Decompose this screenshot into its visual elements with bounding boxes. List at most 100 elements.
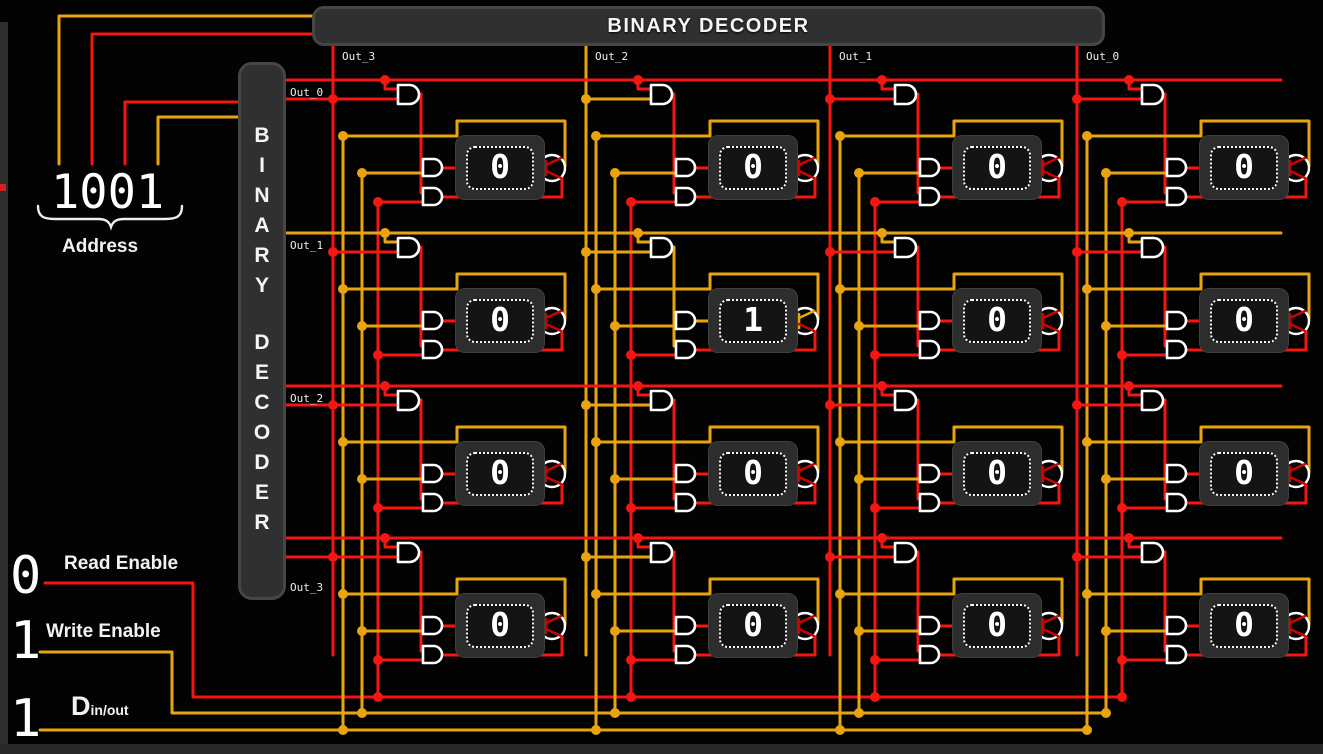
cell-enable-wire bbox=[672, 552, 674, 651]
memory-cell-display: 0 bbox=[455, 135, 545, 200]
memory-cell-display: 0 bbox=[952, 441, 1042, 506]
junction-dot bbox=[1101, 626, 1111, 636]
cell-select-and-gate bbox=[1142, 543, 1163, 562]
junction-dot bbox=[591, 284, 601, 294]
junction-dot bbox=[1117, 350, 1127, 360]
column-decoder-title: BINARY DECODER bbox=[607, 15, 809, 38]
junction-dot bbox=[328, 552, 338, 562]
junction-dot bbox=[610, 708, 620, 718]
junction-dot bbox=[1072, 400, 1082, 410]
junction-dot bbox=[591, 725, 601, 735]
junction-dot bbox=[357, 474, 367, 484]
junction-dot bbox=[610, 168, 620, 178]
column-output-label: Out_1 bbox=[839, 50, 872, 63]
cell-enable-wire bbox=[419, 247, 421, 346]
row-decoder-letter: E bbox=[255, 358, 269, 388]
junction-dot bbox=[854, 321, 864, 331]
row-decoder-letter: O bbox=[254, 418, 270, 448]
junction-dot bbox=[877, 533, 887, 543]
junction-dot bbox=[870, 655, 880, 665]
junction-dot bbox=[380, 75, 390, 85]
junction-dot bbox=[380, 228, 390, 238]
circuit-stage: BINARY DECODER BINARYDECODER 1001 Addres… bbox=[0, 0, 1323, 754]
memory-cell-display-frame: 0 bbox=[963, 604, 1031, 648]
junction-dot bbox=[1124, 75, 1134, 85]
memory-cell-value: 0 bbox=[1234, 150, 1254, 185]
window-bottom-strip bbox=[0, 744, 1323, 754]
memory-cell-display-frame: 0 bbox=[719, 452, 787, 496]
cell-select-and-gate bbox=[398, 391, 419, 410]
junction-dot bbox=[1117, 503, 1127, 513]
junction-dot bbox=[854, 168, 864, 178]
cell-enable-wire bbox=[916, 247, 918, 346]
row-decoder-letter: E bbox=[255, 478, 269, 508]
junction-dot bbox=[825, 94, 835, 104]
cell-read-and-gate bbox=[423, 341, 442, 358]
cell-select-and-gate bbox=[895, 238, 916, 257]
junction-dot bbox=[1101, 708, 1111, 718]
cell-write-and-gate bbox=[1167, 465, 1186, 482]
cell-read-and-gate bbox=[1167, 646, 1186, 663]
junction-dot bbox=[373, 655, 383, 665]
cell-enable-wire bbox=[916, 552, 918, 651]
junction-dot bbox=[835, 284, 845, 294]
data-inout-label-sub: in/out bbox=[91, 702, 129, 718]
cell-write-and-gate bbox=[1167, 617, 1186, 634]
junction-dot bbox=[1082, 131, 1092, 141]
junction-dot bbox=[1082, 725, 1092, 735]
junction-dot bbox=[380, 381, 390, 391]
junction-dot bbox=[328, 94, 338, 104]
junction-dot bbox=[825, 400, 835, 410]
cell-select-and-gate bbox=[1142, 85, 1163, 104]
cell-select-and-gate bbox=[398, 238, 419, 257]
cell-write-and-gate bbox=[676, 312, 695, 329]
junction-dot bbox=[1124, 381, 1134, 391]
cell-write-and-gate bbox=[676, 617, 695, 634]
junction-dot bbox=[1101, 474, 1111, 484]
junction-dot bbox=[1124, 533, 1134, 543]
junction-dot bbox=[581, 94, 591, 104]
row-decoder-letter: R bbox=[254, 508, 269, 538]
window-edge-marker bbox=[0, 184, 6, 191]
cell-write-and-gate bbox=[920, 312, 939, 329]
junction-dot bbox=[328, 400, 338, 410]
memory-cell-value: 0 bbox=[987, 456, 1007, 491]
address-value: 1001 bbox=[51, 169, 164, 216]
memory-cell-display-frame: 0 bbox=[719, 146, 787, 190]
memory-cell-display-frame: 1 bbox=[719, 299, 787, 343]
junction-dot bbox=[835, 725, 845, 735]
cell-write-and-gate bbox=[920, 465, 939, 482]
junction-dot bbox=[854, 708, 864, 718]
junction-dot bbox=[357, 626, 367, 636]
read-enable-label: Read Enable bbox=[64, 553, 178, 575]
junction-dot bbox=[870, 692, 880, 702]
junction-dot bbox=[1082, 284, 1092, 294]
memory-cell-display-frame: 0 bbox=[963, 146, 1031, 190]
junction-dot bbox=[338, 589, 348, 599]
junction-dot bbox=[870, 350, 880, 360]
row-decoder-letter: R bbox=[254, 241, 269, 271]
window-edge-strip bbox=[0, 22, 8, 744]
cell-read-and-gate bbox=[423, 494, 442, 511]
junction-dot bbox=[835, 131, 845, 141]
write-enable-value: 1 bbox=[10, 615, 41, 667]
cell-read-and-gate bbox=[676, 494, 695, 511]
memory-cell-display-frame: 0 bbox=[1210, 452, 1278, 496]
junction-dot bbox=[338, 131, 348, 141]
cell-enable-wire bbox=[916, 400, 918, 499]
row-output-label: Out_2 bbox=[290, 392, 323, 405]
junction-dot bbox=[1124, 228, 1134, 238]
memory-cell-display: 1 bbox=[708, 288, 798, 353]
junction-dot bbox=[877, 381, 887, 391]
junction-dot bbox=[835, 437, 845, 447]
memory-cell-display-frame: 0 bbox=[1210, 146, 1278, 190]
memory-cell-display: 0 bbox=[952, 288, 1042, 353]
row-decoder-letter: D bbox=[254, 448, 269, 478]
cell-read-and-gate bbox=[920, 494, 939, 511]
row-output-label: Out_1 bbox=[290, 239, 323, 252]
memory-cell-display: 0 bbox=[708, 135, 798, 200]
cell-read-and-gate bbox=[676, 646, 695, 663]
junction-dot bbox=[591, 437, 601, 447]
memory-cell-display-frame: 0 bbox=[963, 452, 1031, 496]
cell-write-and-gate bbox=[423, 465, 442, 482]
